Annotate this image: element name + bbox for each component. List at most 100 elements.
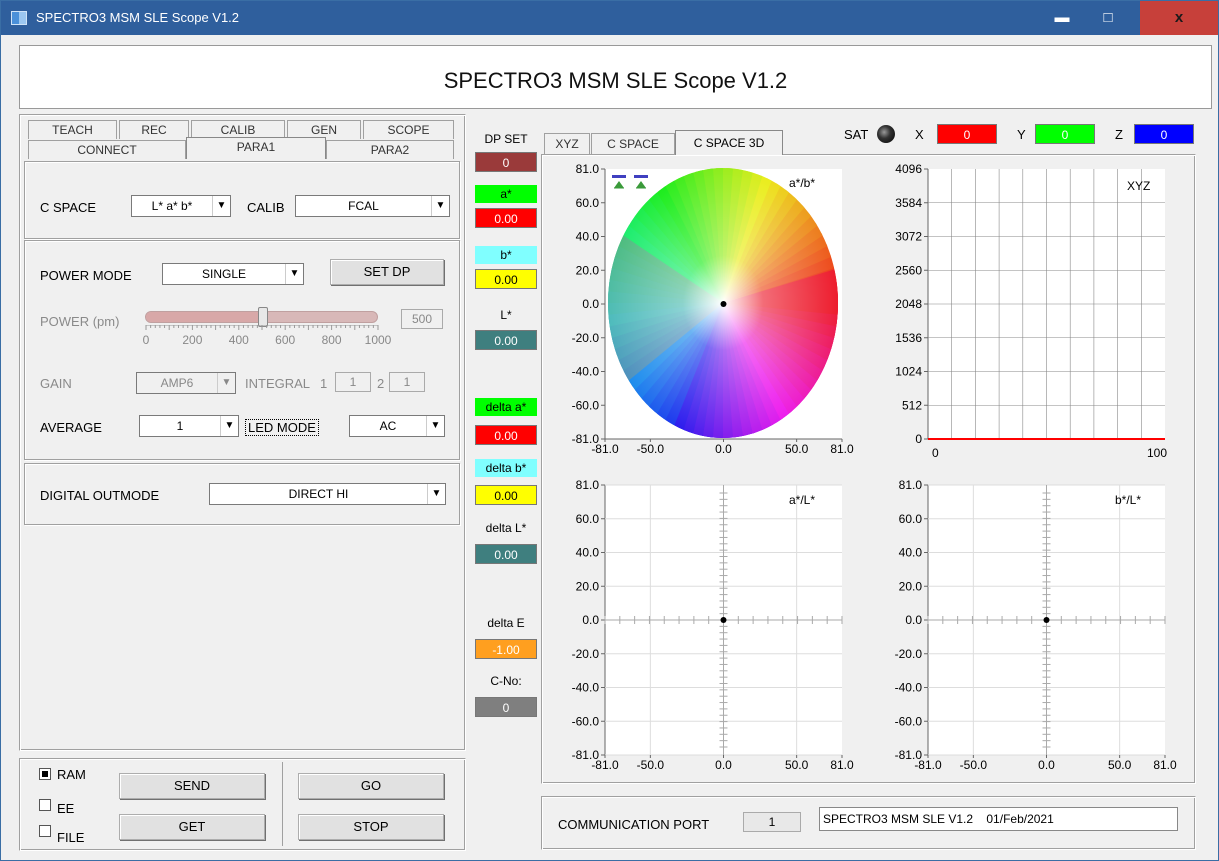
power-slider-track[interactable] — [145, 307, 378, 327]
xyz-x-tick-label: 100 — [1147, 446, 1167, 460]
go-button[interactable]: GO — [298, 773, 444, 799]
power-tick-label: 0 — [142, 333, 150, 347]
xyz-y-tick-label: 2048 — [895, 297, 922, 311]
send-button[interactable]: SEND — [119, 773, 265, 799]
chevron-down-icon: ▼ — [427, 484, 445, 504]
delta-e-label: delta E — [487, 616, 525, 630]
al-x-tick-label: 50.0 — [785, 758, 809, 772]
tab-para1[interactable]: PARA1 — [186, 137, 326, 159]
power-mode-label: POWER MODE — [40, 268, 132, 283]
delta-e-value: -1.00 — [475, 639, 537, 659]
al-data-point — [720, 617, 727, 623]
x-label: X — [915, 127, 924, 142]
chevron-down-icon: ▼ — [220, 416, 238, 436]
power-mode-select[interactable]: SINGLE ▼ — [162, 263, 304, 285]
power-value[interactable]: 500 — [401, 309, 443, 329]
tab-rec[interactable]: REC — [119, 120, 189, 139]
close-button[interactable]: x — [1140, 1, 1218, 35]
tab-c-space[interactable]: C SPACE — [591, 133, 675, 154]
page-title: SPECTRO3 MSM SLE Scope V1.2 — [443, 68, 788, 93]
ram-label: RAM — [57, 767, 86, 782]
calib-label: CALIB — [247, 200, 285, 215]
tab-scope[interactable]: SCOPE — [363, 120, 454, 139]
xyz-plot-title: XYZ — [1127, 179, 1150, 193]
power-mode-value: SINGLE — [201, 267, 246, 281]
ab-x-tick-label: 50.0 — [785, 442, 809, 456]
tab-para2[interactable]: PARA2 — [326, 140, 454, 159]
power-tick-label: 200 — [182, 333, 203, 347]
bl-y-tick-label: 20.0 — [899, 579, 923, 593]
power-tick-label: 600 — [275, 333, 296, 347]
ab-x-tick-label: -81.0 — [591, 442, 619, 456]
stop-button[interactable]: STOP — [298, 814, 444, 840]
power-group: POWER MODE SINGLE ▼ SET DP POWER (pm) 0 20… — [24, 240, 460, 460]
ee-label: EE — [57, 801, 75, 816]
b-label: b* — [475, 246, 537, 264]
integral-1-label: 1 — [320, 376, 328, 391]
l-label: L* — [500, 308, 512, 322]
chevron-down-icon: ▼ — [212, 196, 230, 216]
xyz-y-tick-label: 1536 — [895, 331, 922, 345]
gain-select[interactable]: AMP6 ▼ — [136, 372, 236, 394]
al-y-tick-label: 40.0 — [576, 546, 600, 560]
led-mode-value: AC — [379, 419, 397, 433]
xyz-y-tick-label: 4096 — [895, 162, 922, 176]
chevron-down-icon: ▼ — [285, 264, 303, 284]
dp-set-value: 0 — [475, 152, 537, 172]
integral-label: INTEGRAL — [245, 376, 311, 391]
ram-checkbox[interactable] — [39, 768, 51, 780]
integral-2-value[interactable]: 1 — [389, 372, 425, 392]
l-value: 0.00 — [475, 330, 537, 350]
ab-y-tick-label: -40.0 — [572, 365, 600, 379]
bl-y-tick-label: 0.0 — [905, 613, 922, 627]
digital-outmode-label: DIGITAL OUTMODE — [40, 488, 160, 503]
power-tick-label: 400 — [228, 333, 249, 347]
tab-connect[interactable]: CONNECT — [28, 140, 186, 159]
integral-1-value[interactable]: 1 — [335, 372, 371, 392]
maximize-button[interactable]: □ — [1086, 1, 1130, 35]
window-title: SPECTRO3 MSM SLE Scope V1.2 — [36, 10, 240, 25]
bl-y-tick-label: -40.0 — [895, 681, 923, 695]
comm-port-value[interactable]: 1 — [743, 812, 801, 832]
minimize-button[interactable]: ▬ — [1040, 1, 1084, 35]
calib-select[interactable]: FCAL ▼ — [295, 195, 450, 217]
tab-c-space-3d[interactable]: C SPACE 3D — [675, 130, 783, 155]
digital-outmode-select[interactable]: DIRECT HI ▼ — [209, 483, 446, 505]
comm-port-label: COMMUNICATION PORT — [558, 817, 710, 832]
title-bar[interactable]: SPECTRO3 MSM SLE Scope V1.2 ▬ □ x — [1, 1, 1218, 35]
bl-data-point — [1043, 617, 1050, 623]
average-label: AVERAGE — [40, 420, 102, 435]
chevron-down-icon: ▼ — [431, 196, 449, 216]
tab-teach[interactable]: TEACH — [28, 120, 117, 139]
power-tick-labels: 0 200 400 600 800 1000 — [142, 333, 392, 349]
bl-x-tick-label: 50.0 — [1108, 758, 1132, 772]
bl-y-tick-label: -60.0 — [895, 714, 923, 728]
cspace-select[interactable]: L* a* b* ▼ — [131, 195, 231, 217]
app-icon — [11, 11, 27, 25]
bl-y-tick-label: 60.0 — [899, 512, 923, 526]
ab-y-tick-label: 0.0 — [582, 297, 599, 311]
power-slider-handle[interactable] — [257, 307, 268, 327]
xyz-y-tick-label: 2560 — [895, 263, 922, 277]
xyz-y-tick-label: 3072 — [895, 230, 922, 244]
power-tick-label: 1000 — [364, 333, 392, 347]
tab-xyz[interactable]: XYZ — [544, 133, 590, 154]
ab-y-tick-label: -20.0 — [572, 331, 600, 345]
led-mode-select[interactable]: AC ▼ — [349, 415, 445, 437]
ee-checkbox[interactable] — [39, 799, 51, 811]
al-x-tick-label: 0.0 — [715, 758, 732, 772]
file-label: FILE — [57, 830, 85, 845]
set-dp-button[interactable]: SET DP — [330, 259, 444, 285]
ab-y-tick-label: 81.0 — [576, 162, 600, 176]
average-select[interactable]: 1 ▼ — [139, 415, 239, 437]
bl-y-tick-label: 40.0 — [899, 546, 923, 560]
average-value: 1 — [176, 419, 184, 433]
al-plot-title: a*/L* — [789, 493, 815, 507]
a-label: a* — [475, 185, 537, 203]
y-label: Y — [1017, 127, 1026, 142]
al-y-tick-label: 20.0 — [576, 579, 600, 593]
digital-outmode-group: DIGITAL OUTMODE DIRECT HI ▼ — [24, 463, 460, 525]
file-checkbox[interactable] — [39, 825, 51, 837]
get-button[interactable]: GET — [119, 814, 265, 840]
calib-value: FCAL — [348, 199, 379, 213]
